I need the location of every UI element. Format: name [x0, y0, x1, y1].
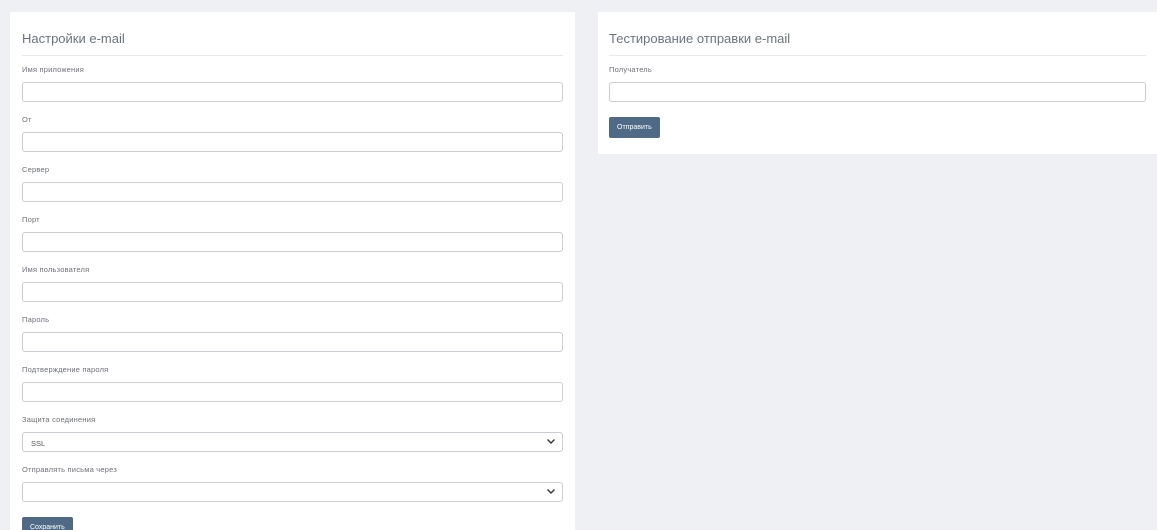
connection-security-select[interactable]: SSL [22, 432, 563, 452]
recipient-input[interactable] [609, 82, 1146, 102]
email-test-form: Получатель Отправить [609, 56, 1146, 138]
port-input[interactable] [22, 232, 563, 252]
email-settings-page: Настройки e-mail Имя приложения От Серве… [0, 0, 1157, 530]
send-button[interactable]: Отправить [609, 117, 660, 138]
app-name-label: Имя приложения [22, 65, 85, 74]
port-label: Порт [22, 215, 40, 224]
email-settings-title: Настройки e-mail [22, 12, 563, 56]
email-test-title: Тестирование отправки e-mail [609, 12, 1146, 56]
password-confirm-label: Подтверждение пароля [22, 365, 109, 374]
username-input[interactable] [22, 282, 563, 302]
connection-security-value: SSL [31, 439, 46, 448]
username-label: Имя пользователя [22, 265, 90, 274]
password-label: Пароль [22, 315, 50, 324]
save-button[interactable]: Сохранить [22, 517, 73, 530]
password-confirm-input[interactable] [22, 382, 563, 402]
from-input[interactable] [22, 132, 563, 152]
email-test-panel: Тестирование отправки e-mail Получатель … [598, 12, 1157, 154]
recipient-label: Получатель [609, 65, 652, 74]
app-name-input[interactable] [22, 82, 563, 102]
email-settings-panel: Настройки e-mail Имя приложения От Серве… [10, 12, 575, 530]
connection-security-label: Защита соединения [22, 415, 96, 424]
server-input[interactable] [22, 182, 563, 202]
email-settings-form: Имя приложения От Сервер Порт Имя пользо… [22, 56, 563, 530]
from-label: От [22, 115, 32, 124]
chevron-down-icon [547, 439, 555, 444]
chevron-down-icon [547, 489, 555, 494]
send-via-label: Отправлять письма через [22, 465, 117, 474]
server-label: Сервер [22, 165, 50, 174]
send-via-select[interactable] [22, 482, 563, 502]
password-input[interactable] [22, 332, 563, 352]
